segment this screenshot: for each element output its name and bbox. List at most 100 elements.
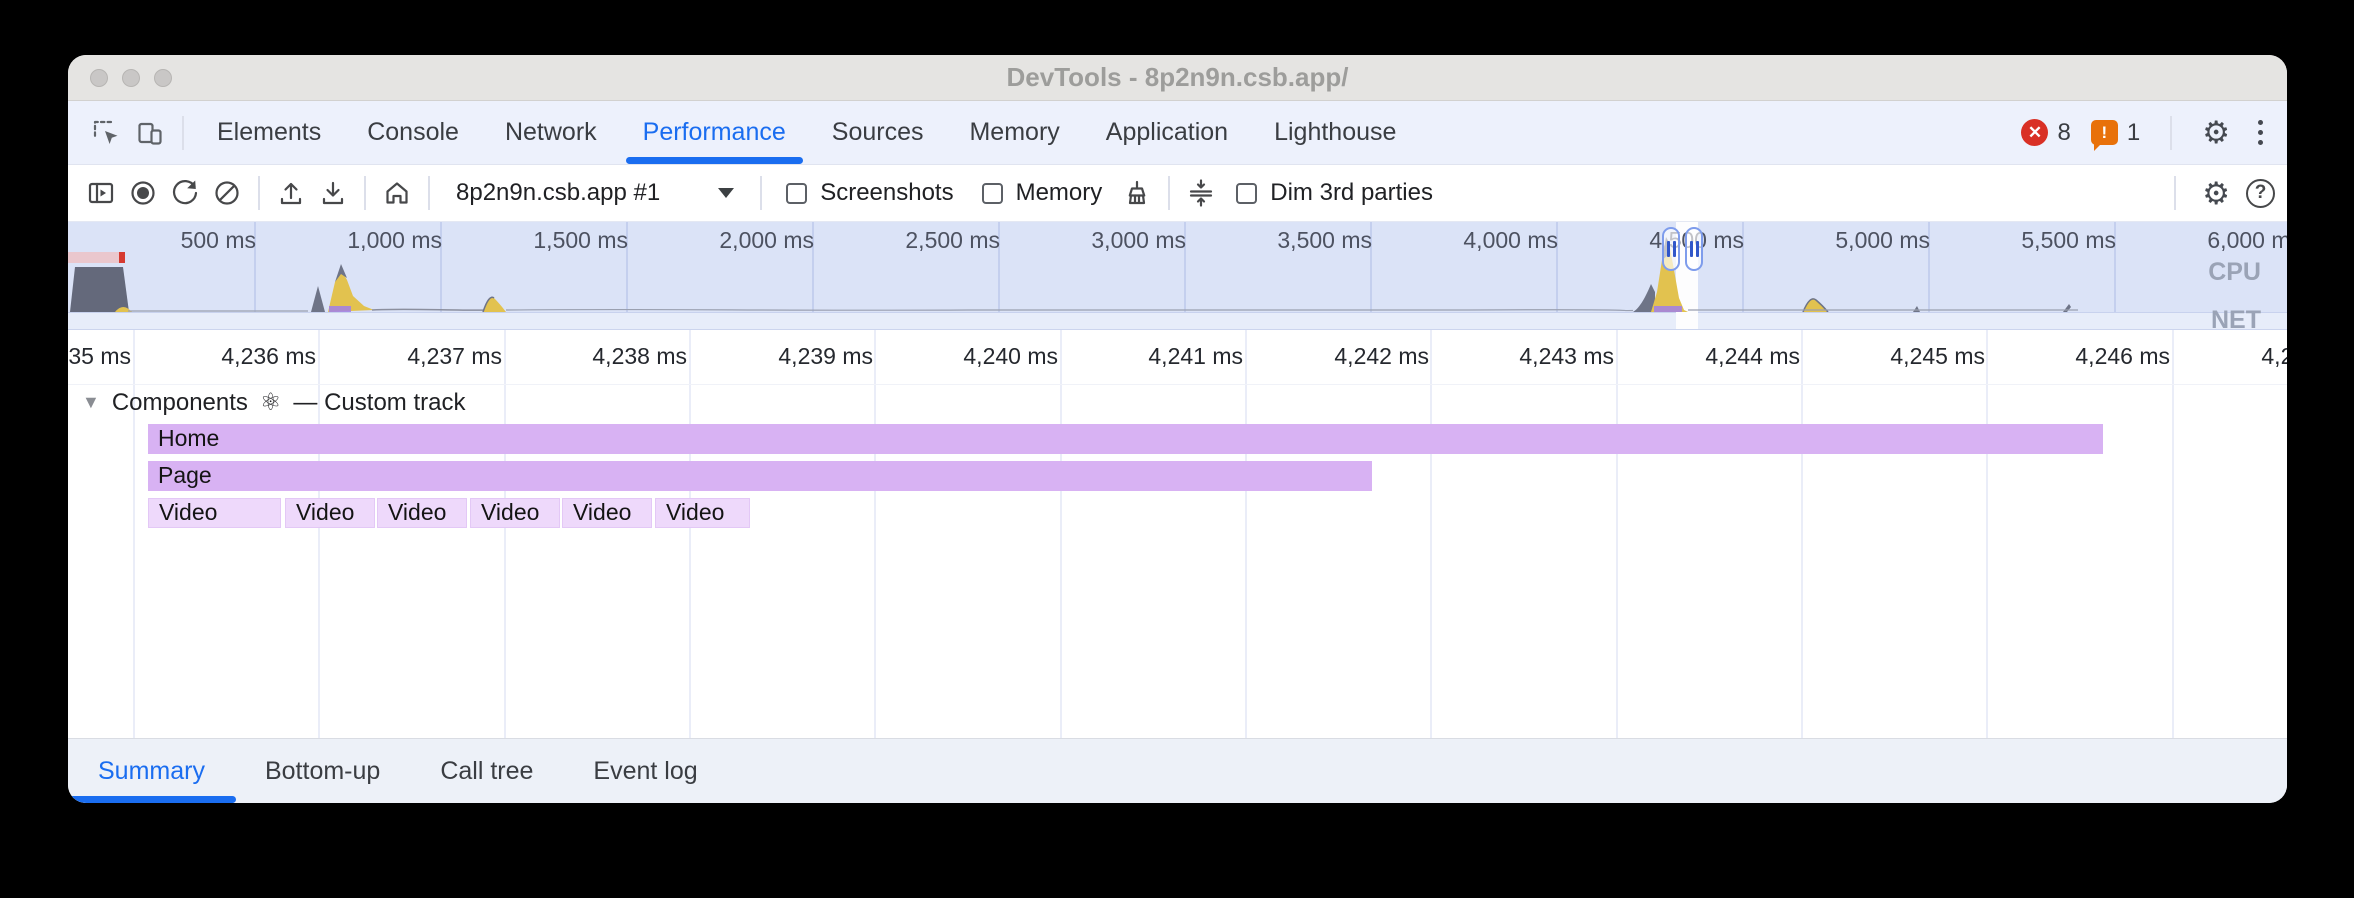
checkbox[interactable] bbox=[1236, 183, 1257, 204]
panel-tab[interactable]: Memory bbox=[946, 101, 1082, 164]
screenshots-label: Screenshots bbox=[820, 179, 953, 207]
panel-tab[interactable]: Console bbox=[344, 101, 482, 164]
ruler-tick-label: 4,238 ms bbox=[592, 343, 687, 370]
checkbox[interactable] bbox=[786, 183, 807, 204]
divider bbox=[364, 176, 366, 210]
ruler-divider bbox=[68, 384, 2287, 385]
target-selector[interactable]: 8p2n9n.csb.app #1 bbox=[440, 179, 750, 207]
bottom-tab[interactable]: Event log bbox=[593, 757, 697, 786]
upload-profile-icon[interactable] bbox=[270, 170, 312, 216]
memory-label: Memory bbox=[1016, 179, 1103, 207]
issue-icon: ! bbox=[2091, 120, 2118, 145]
track-bar[interactable]: Video bbox=[655, 498, 750, 528]
ruler-tick-label: 4,236 ms bbox=[221, 343, 316, 370]
timeline-detail[interactable]: 4,235 ms 4,236 ms 4,237 ms 4,238 ms 4,239 ms… bbox=[68, 330, 2287, 738]
panel-tabs: Elements Console Network Performance Sou… bbox=[194, 101, 1419, 164]
screen: DevTools - 8p2n9n.csb.app/ Elements bbox=[0, 0, 2354, 898]
devtools-tabbar: Elements Console Network Performance Sou… bbox=[68, 101, 2287, 165]
panel-tab[interactable]: Lighthouse bbox=[1251, 101, 1419, 164]
track-bar[interactable]: Page bbox=[148, 461, 1372, 491]
bottom-tab[interactable]: Call tree bbox=[440, 757, 533, 786]
ruler-tick-label: 4,240 ms bbox=[963, 343, 1058, 370]
panel-tab[interactable]: Elements bbox=[194, 101, 344, 164]
toggle-sidebar-icon[interactable] bbox=[80, 170, 122, 216]
overview-tick-label: 1,000 ms bbox=[347, 227, 442, 254]
device-toolbar-icon[interactable] bbox=[128, 109, 172, 157]
ruler-gridline bbox=[1430, 330, 1432, 738]
track-bar[interactable]: Home bbox=[148, 424, 2103, 454]
ruler-tick-label: 4,242 ms bbox=[1334, 343, 1429, 370]
inspect-element-icon[interactable] bbox=[84, 109, 128, 157]
ruler-gridline bbox=[689, 330, 691, 738]
ruler-gridline bbox=[1801, 330, 1803, 738]
track-bar[interactable]: Video bbox=[285, 498, 375, 528]
divider bbox=[760, 176, 762, 210]
divider bbox=[258, 176, 260, 210]
timeline-overview[interactable]: 500 ms1,000 ms1,500 ms2,000 ms2,500 ms3,… bbox=[68, 222, 2287, 330]
track-bar[interactable]: Video bbox=[377, 498, 467, 528]
dim-3rd-parties-checkbox[interactable]: Dim 3rd parties bbox=[1222, 179, 1447, 207]
ruler-gridline bbox=[504, 330, 506, 738]
overview-tick-label: 6,000 ms bbox=[2207, 227, 2287, 254]
ruler-gridline bbox=[1986, 330, 1988, 738]
download-profile-icon[interactable] bbox=[312, 170, 354, 216]
overview-tick-label: 500 ms bbox=[181, 227, 256, 254]
panel-tab[interactable]: Network bbox=[482, 101, 620, 164]
track-bar[interactable]: Video bbox=[470, 498, 560, 528]
overview-tick-label: 3,500 ms bbox=[1277, 227, 1372, 254]
screenshots-checkbox[interactable]: Screenshots bbox=[772, 179, 967, 207]
bottom-tab[interactable]: Bottom-up bbox=[265, 757, 380, 786]
ruler-tick-label: 4,239 ms bbox=[778, 343, 873, 370]
ruler-tick-label: 4,241 ms bbox=[1148, 343, 1243, 370]
checkbox[interactable] bbox=[982, 183, 1003, 204]
minimize-window-button[interactable] bbox=[122, 69, 140, 87]
ruler-tick-label: 4,235 ms bbox=[68, 343, 131, 370]
home-icon[interactable] bbox=[376, 170, 418, 216]
selection-right-handle[interactable] bbox=[1685, 227, 1703, 271]
track-bar[interactable]: Video bbox=[148, 498, 281, 528]
ruler-tick-label: 4,247 ms bbox=[2261, 343, 2287, 370]
bottom-tab[interactable]: Summary bbox=[98, 757, 205, 786]
ruler-gridline bbox=[2172, 330, 2174, 738]
panel-tab[interactable]: Performance bbox=[620, 101, 809, 164]
selection-left-handle[interactable] bbox=[1662, 227, 1680, 271]
issues-badge[interactable]: ! 1 bbox=[2091, 119, 2140, 147]
settings-gear-icon[interactable]: ⚙ bbox=[2202, 117, 2230, 148]
more-options-icon[interactable] bbox=[2250, 120, 2271, 145]
clear-button[interactable] bbox=[206, 170, 248, 216]
collect-garbage-icon[interactable] bbox=[1116, 170, 1158, 216]
ruler-gridline bbox=[1616, 330, 1618, 738]
close-window-button[interactable] bbox=[90, 69, 108, 87]
window-title: DevTools - 8p2n9n.csb.app/ bbox=[68, 55, 2287, 100]
record-button[interactable] bbox=[122, 170, 164, 216]
overview-tick-label: 2,500 ms bbox=[905, 227, 1000, 254]
track-bar[interactable]: Video bbox=[562, 498, 652, 528]
error-badge[interactable]: ✕ 8 bbox=[2021, 119, 2070, 147]
overview-tick-label: 1,500 ms bbox=[533, 227, 628, 254]
divider bbox=[1168, 176, 1170, 210]
ruler-tick-label: 4,245 ms bbox=[1890, 343, 1985, 370]
collapse-triangle-icon[interactable]: ▼ bbox=[82, 392, 100, 413]
collapse-sections-icon[interactable] bbox=[1180, 170, 1222, 216]
ruler-tick-label: 4,237 ms bbox=[407, 343, 502, 370]
help-icon[interactable]: ? bbox=[2246, 179, 2275, 208]
overview-tick-label: 3,000 ms bbox=[1091, 227, 1186, 254]
panel-tab[interactable]: Application bbox=[1083, 101, 1251, 164]
reload-record-button[interactable] bbox=[164, 170, 206, 216]
divider bbox=[428, 176, 430, 210]
capture-settings-gear-icon[interactable]: ⚙ bbox=[2202, 178, 2230, 209]
performance-toolbar: 8p2n9n.csb.app #1 Screenshots Memory bbox=[68, 165, 2287, 222]
panel-tab[interactable]: Sources bbox=[809, 101, 947, 164]
divider bbox=[2174, 176, 2176, 210]
tabbar-right: ✕ 8 ! 1 ⚙ bbox=[2021, 116, 2271, 150]
zoom-window-button[interactable] bbox=[154, 69, 172, 87]
react-atom-icon: ⚛ bbox=[260, 388, 282, 417]
track-header[interactable]: ▼ Components ⚛ — Custom track bbox=[82, 388, 465, 417]
ruler-gridline bbox=[1245, 330, 1247, 738]
ruler-gridline bbox=[874, 330, 876, 738]
memory-checkbox[interactable]: Memory bbox=[968, 179, 1117, 207]
cpu-lane-label: CPU bbox=[2208, 258, 2261, 287]
chevron-down-icon bbox=[718, 188, 734, 206]
dim-label: Dim 3rd parties bbox=[1270, 179, 1433, 207]
devtools-window: DevTools - 8p2n9n.csb.app/ Elements bbox=[68, 55, 2287, 803]
